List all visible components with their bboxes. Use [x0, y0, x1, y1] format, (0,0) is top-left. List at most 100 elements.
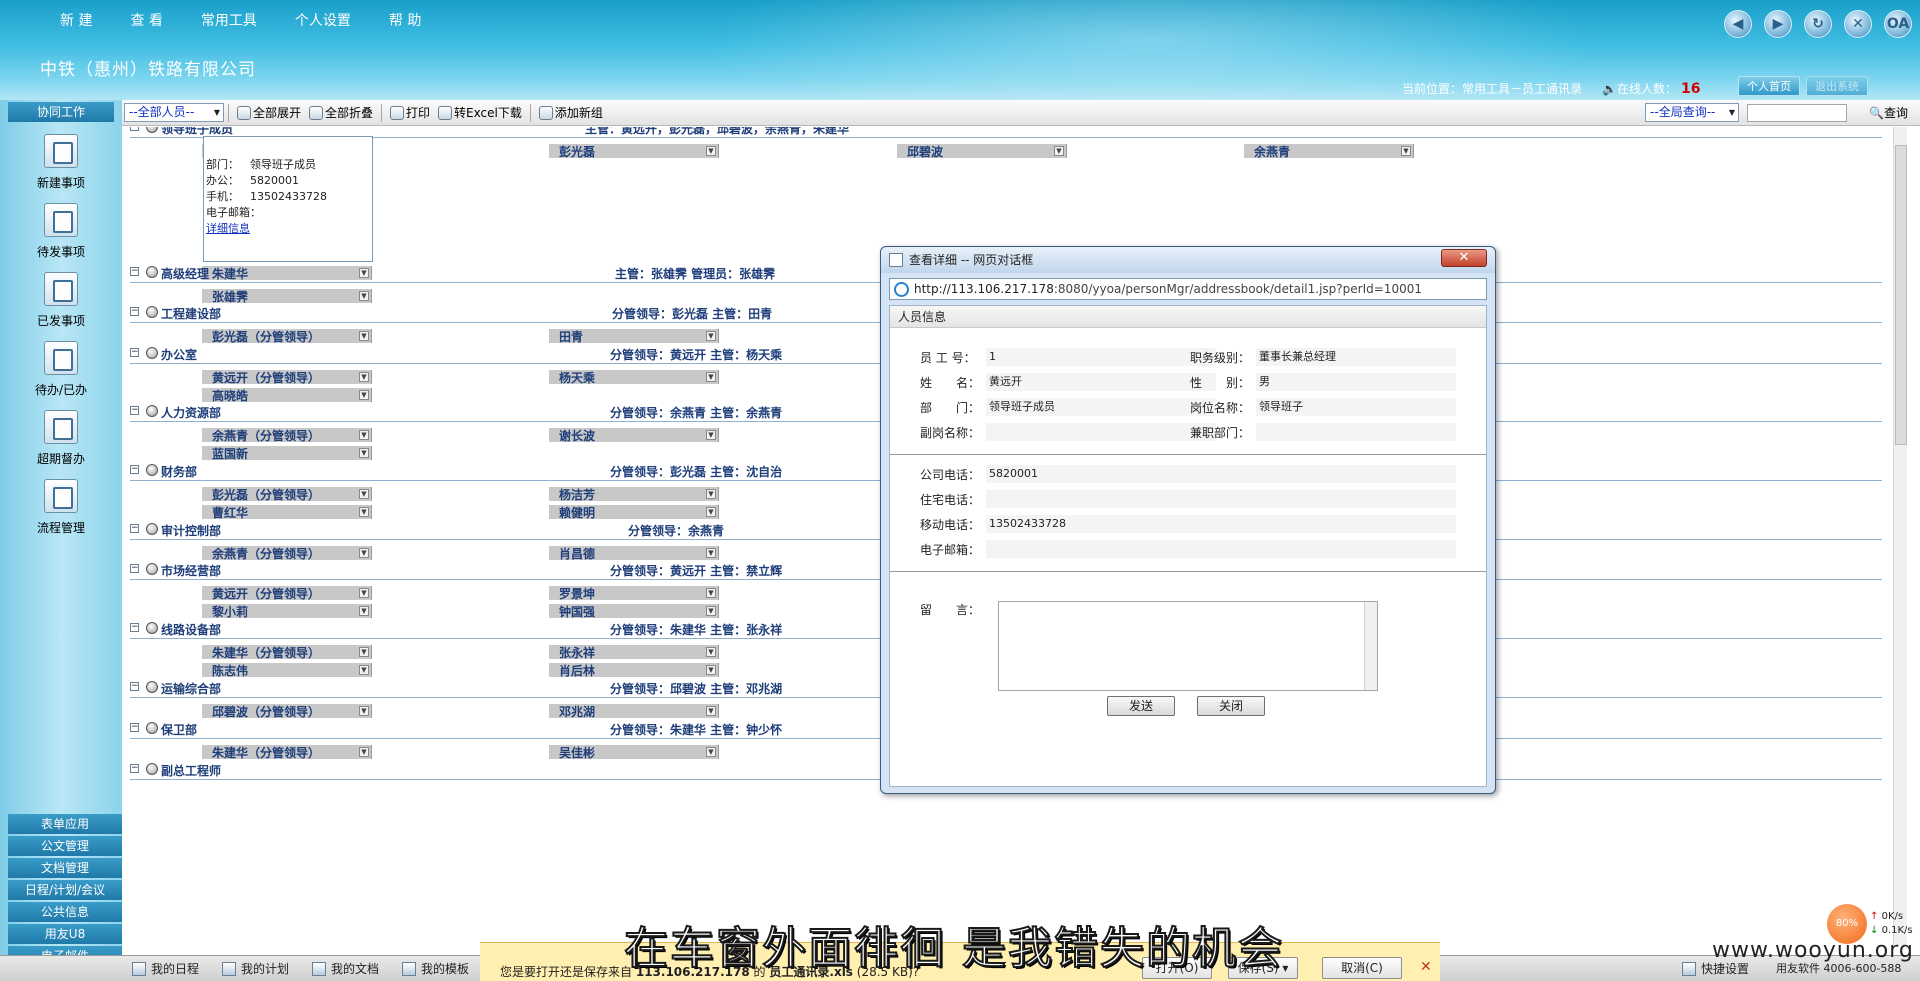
chevron-down-icon[interactable]: ▼	[1054, 146, 1064, 156]
excel-download-button[interactable]: 转Excel下载	[434, 103, 526, 123]
module-u8[interactable]: 用友U8	[8, 924, 122, 944]
chevron-down-icon[interactable]: ▼	[706, 606, 716, 616]
chevron-down-icon[interactable]: ▼	[1401, 146, 1411, 156]
chevron-down-icon[interactable]: ▼	[359, 606, 369, 616]
chevron-down-icon[interactable]: ▼	[706, 430, 716, 440]
person-cell[interactable]: 朱建华（分管领导） ▼	[202, 645, 372, 660]
collapse-toggle-icon[interactable]: −	[130, 524, 139, 533]
person-cell[interactable]: 田青 ▼	[549, 329, 719, 344]
menu-tools[interactable]: 常用工具	[201, 10, 257, 30]
sidebar-item-todo[interactable]: 待办/已办	[0, 341, 122, 398]
person-cell[interactable]: 朱建华（分管领导） ▼	[202, 745, 372, 760]
person-cell[interactable]: 罗景坤 ▼	[549, 586, 719, 601]
chevron-down-icon[interactable]: ▼	[359, 430, 369, 440]
collapse-toggle-icon[interactable]: −	[130, 348, 139, 357]
chevron-down-icon[interactable]: ▼	[706, 647, 716, 657]
collapse-toggle-icon[interactable]: −	[130, 682, 139, 691]
person-cell[interactable]: 余燕青 ▼	[1244, 144, 1414, 159]
menu-view[interactable]: 查 看	[130, 10, 162, 30]
person-cell[interactable]: 黎小莉 ▼	[202, 604, 372, 619]
message-textarea[interactable]	[998, 601, 1378, 691]
person-cell[interactable]: 肖后林 ▼	[549, 663, 719, 678]
sidebar-item-overdue[interactable]: 超期督办	[0, 410, 122, 467]
sidebar-item-pending[interactable]: 待发事项	[0, 203, 122, 260]
chevron-down-icon[interactable]: ▼	[359, 489, 369, 499]
refresh-icon[interactable]: ↻	[1804, 10, 1832, 38]
person-cell[interactable]: 彭光磊 ▼	[549, 144, 719, 159]
module-forms[interactable]: 表单应用	[8, 814, 122, 834]
vertical-scrollbar[interactable]	[1893, 127, 1907, 945]
expand-all-button[interactable]: 全部展开	[233, 103, 305, 123]
cancel-button[interactable]: 取消(C)	[1322, 957, 1402, 979]
taskbar-schedule[interactable]: 我的日程	[132, 960, 199, 977]
chevron-down-icon[interactable]: ▼	[359, 548, 369, 558]
taskbar-plan[interactable]: 我的计划	[222, 960, 289, 977]
chevron-down-icon[interactable]: ▼	[706, 507, 716, 517]
person-cell[interactable]: 邱碧波 ▼	[897, 144, 1067, 159]
chevron-down-icon[interactable]: ▼	[359, 390, 369, 400]
chevron-down-icon[interactable]: ▼	[359, 665, 369, 675]
collapse-toggle-icon[interactable]: −	[130, 406, 139, 415]
group-header[interactable]: −领导班子成员主管：黄远开，彭光磊，邱碧波，余燕青，朱建华	[130, 127, 1882, 138]
person-filter-select[interactable]: --全部人员--	[124, 103, 224, 122]
person-cell[interactable]: 肖昌德 ▼	[549, 546, 719, 561]
chevron-down-icon[interactable]: ▼	[706, 588, 716, 598]
oa-icon[interactable]: OA	[1884, 10, 1912, 38]
collapse-toggle-icon[interactable]: −	[130, 267, 139, 276]
collapse-toggle-icon[interactable]: −	[130, 465, 139, 474]
search-button[interactable]: 🔍 查询	[1865, 103, 1912, 123]
chevron-down-icon[interactable]: ▼	[359, 507, 369, 517]
close-icon[interactable]: ✕	[1844, 10, 1872, 38]
back-icon[interactable]: ◀	[1724, 10, 1752, 38]
collapse-toggle-icon[interactable]: −	[130, 307, 139, 316]
person-cell[interactable]: 杨洁芳 ▼	[549, 487, 719, 502]
sidebar-header[interactable]: 协同工作	[8, 102, 114, 122]
sidebar-item-workflow[interactable]: 流程管理	[0, 479, 122, 536]
person-cell[interactable]: 黄远开（分管领导） ▼	[202, 370, 372, 385]
person-cell[interactable]: 杨天乘 ▼	[549, 370, 719, 385]
taskbar-templates[interactable]: 我的模板	[402, 960, 469, 977]
person-cell[interactable]: 彭光磊（分管领导） ▼	[202, 329, 372, 344]
logout-button[interactable]: 退出系统	[1806, 76, 1868, 96]
chevron-down-icon[interactable]: ▼	[706, 747, 716, 757]
chevron-down-icon[interactable]: ▼	[359, 588, 369, 598]
chevron-down-icon[interactable]: ▼	[359, 706, 369, 716]
home-button[interactable]: 个人首页	[1738, 76, 1800, 96]
collapse-toggle-icon[interactable]: −	[130, 127, 139, 131]
taskbar-docs[interactable]: 我的文档	[312, 960, 379, 977]
menu-settings[interactable]: 个人设置	[295, 10, 351, 30]
collapse-toggle-icon[interactable]: −	[130, 764, 139, 773]
collapse-toggle-icon[interactable]: −	[130, 623, 139, 632]
collapse-toggle-icon[interactable]: −	[130, 723, 139, 732]
person-cell[interactable]: 彭光磊（分管领导） ▼	[202, 487, 372, 502]
chevron-down-icon[interactable]: ▼	[359, 747, 369, 757]
module-official-docs[interactable]: 公文管理	[8, 836, 122, 856]
send-button[interactable]: 发送	[1107, 696, 1175, 716]
chevron-down-icon[interactable]: ▼	[359, 372, 369, 382]
module-public-info[interactable]: 公共信息	[8, 902, 122, 922]
chevron-down-icon[interactable]: ▼	[359, 331, 369, 341]
person-cell[interactable]: 黄远开（分管领导） ▼	[202, 586, 372, 601]
search-input[interactable]	[1747, 103, 1848, 122]
scrollbar-thumb[interactable]	[1895, 145, 1907, 445]
person-cell[interactable]: 蓝国新 ▼	[202, 446, 372, 461]
person-cell[interactable]: 邱碧波（分管领导） ▼	[202, 704, 372, 719]
module-schedule[interactable]: 日程/计划/会议	[8, 880, 122, 900]
person-cell[interactable]: 赖健明 ▼	[549, 505, 719, 520]
sidebar-item-sent[interactable]: 已发事项	[0, 272, 122, 329]
forward-icon[interactable]: ▶	[1764, 10, 1792, 38]
person-cell[interactable]: 张永祥 ▼	[549, 645, 719, 660]
chevron-down-icon[interactable]: ▼	[706, 706, 716, 716]
person-cell[interactable]: 钟国强 ▼	[549, 604, 719, 619]
menu-new[interactable]: 新 建	[60, 10, 92, 30]
person-cell[interactable]: 张雄霁 ▼	[202, 289, 372, 304]
scope-select[interactable]: --全局查询--	[1645, 103, 1740, 122]
sidebar-item-new[interactable]: 新建事项	[0, 134, 122, 191]
person-cell[interactable]: 余燕青（分管领导） ▼	[202, 546, 372, 561]
chevron-down-icon[interactable]: ▼	[359, 291, 369, 301]
chevron-down-icon[interactable]: ▼	[359, 647, 369, 657]
person-cell[interactable]: 谢长波 ▼	[549, 428, 719, 443]
person-cell[interactable]: 吴佳彬 ▼	[549, 745, 719, 760]
person-cell[interactable]: 高晓皓 ▼	[202, 388, 372, 403]
detail-info-link[interactable]: 详细信息	[206, 222, 250, 235]
